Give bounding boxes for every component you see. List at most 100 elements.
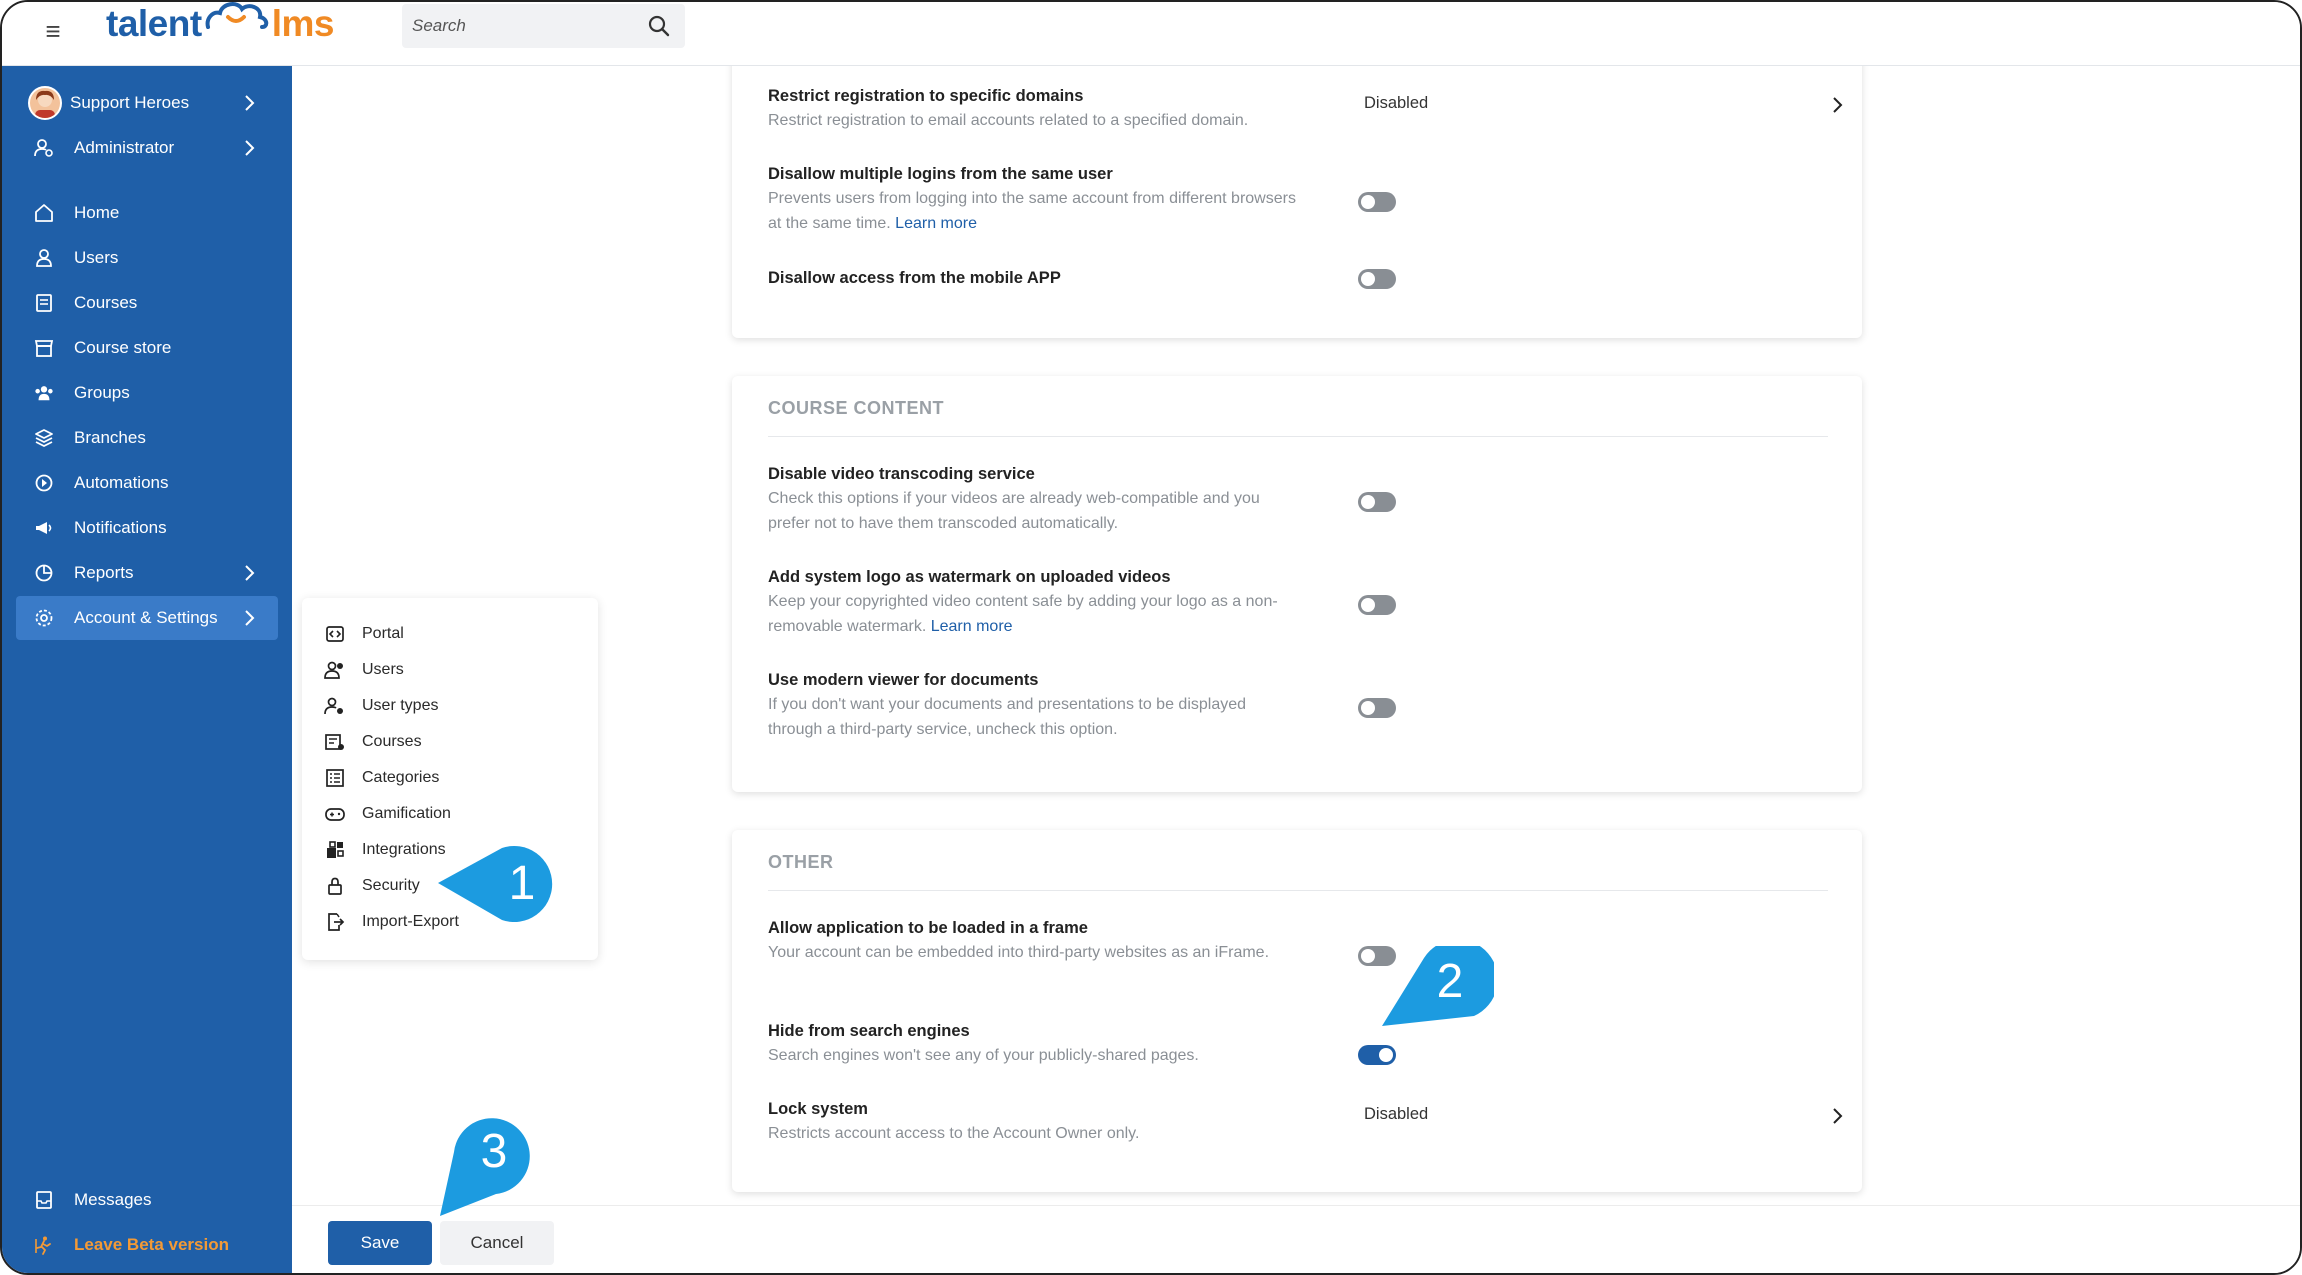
sidebar-item-label: Groups [74, 383, 130, 402]
setting-description: Your account can be embedded into third-… [768, 944, 1270, 961]
setting-description: Restrict registration to email accounts … [768, 112, 1249, 129]
gear-icon [34, 608, 54, 628]
sidebar-item-account-settings[interactable]: Account & Settings [16, 596, 278, 640]
sidebar-item-courses[interactable]: Courses [16, 281, 278, 325]
lock-icon [324, 875, 346, 897]
sidebar-leave-beta[interactable]: Leave Beta version [16, 1223, 278, 1267]
learn-more-link[interactable]: Learn more [895, 215, 977, 232]
courses-icon [324, 731, 346, 753]
groups-icon [34, 383, 54, 403]
learn-more-link[interactable]: Learn more [931, 618, 1013, 635]
section-title: OTHER [768, 852, 834, 872]
top-bar: ≡ talent lms [2, 2, 2300, 66]
submenu-item-integrations[interactable]: Integrations [324, 834, 446, 866]
callout-number: 3 [480, 1125, 508, 1178]
messages-icon [34, 1190, 54, 1210]
action-bar: Save Cancel [292, 1205, 2300, 1273]
app-window: ≡ talent lms Support Heroes [0, 0, 2302, 1275]
submenu-item-portal[interactable]: Portal [324, 618, 404, 650]
sidebar-item-label: Courses [74, 293, 138, 312]
setting-row-lock-system[interactable]: Lock system Restricts account access to … [768, 1097, 1843, 1146]
sidebar-item-label: Branches [74, 428, 146, 447]
submenu-item-gamification[interactable]: Gamification [324, 798, 451, 830]
toggle-switch[interactable] [1358, 192, 1396, 212]
toggle-switch[interactable] [1358, 698, 1396, 718]
chevron-right-icon[interactable] [1828, 94, 1848, 116]
sidebar-item-label: Leave Beta version [74, 1235, 229, 1254]
avatar [28, 86, 62, 120]
sidebar-item-label: Automations [74, 473, 169, 492]
callout-number: 2 [1436, 955, 1464, 1008]
sidebar-item-messages[interactable]: Messages [16, 1178, 278, 1222]
search-icon[interactable] [647, 14, 671, 38]
course-content-card: COURSE CONTENT Disable video transcoding… [732, 376, 1862, 792]
sidebar-item-label: Account & Settings [74, 608, 218, 627]
automation-icon [34, 473, 54, 493]
sidebar-item-branches[interactable]: Branches [16, 416, 278, 460]
sidebar-item-users[interactable]: Users [16, 236, 278, 280]
hamburger-menu-icon[interactable]: ≡ [38, 16, 68, 46]
setting-description: Check this options if your videos are al… [768, 490, 1260, 532]
chevron-right-icon[interactable] [1828, 1105, 1848, 1127]
setting-title: Add system logo as watermark on uploaded… [768, 568, 1171, 586]
cancel-button[interactable]: Cancel [440, 1221, 554, 1265]
sidebar-item-notifications[interactable]: Notifications [16, 506, 278, 550]
leave-beta-icon [34, 1235, 54, 1255]
submenu-item-security[interactable]: Security [324, 870, 420, 902]
store-icon [34, 338, 54, 358]
setting-title: Allow application to be loaded in a fram… [768, 919, 1088, 937]
setting-title: Use modern viewer for documents [768, 671, 1039, 689]
toggle-switch[interactable] [1358, 492, 1396, 512]
search-input[interactable] [412, 4, 632, 48]
sidebar-item-home[interactable]: Home [16, 191, 278, 235]
sidebar-item-label: Messages [74, 1190, 152, 1209]
sidebar-item-course-store[interactable]: Course store [16, 326, 278, 370]
book-icon [34, 293, 54, 313]
sidebar-role-label: Administrator [74, 138, 175, 157]
callout-number: 1 [508, 857, 536, 910]
gamepad-icon [324, 803, 346, 825]
callout-1: 1 [434, 842, 564, 926]
setting-row-logo-watermark: Add system logo as watermark on uploaded… [768, 565, 1828, 639]
setting-row-modern-viewer: Use modern viewer for documents If you d… [768, 668, 1828, 742]
megaphone-icon [34, 518, 54, 538]
chevron-right-icon [245, 610, 255, 626]
setting-description: Keep your copyrighted video content safe… [768, 593, 1278, 635]
setting-title: Hide from search engines [768, 1022, 970, 1040]
user-types-icon [324, 695, 346, 717]
sidebar-role-switcher[interactable]: Administrator [16, 126, 278, 170]
callout-2: 2 [1378, 939, 1498, 1028]
save-button[interactable]: Save [328, 1221, 432, 1265]
setting-row-allow-iframe: Allow application to be loaded in a fram… [768, 916, 1828, 966]
divider [768, 890, 1828, 891]
home-icon [34, 203, 54, 223]
setting-description: If you don't want your documents and pre… [768, 696, 1247, 738]
sidebar-item-reports[interactable]: Reports [16, 551, 278, 595]
divider [768, 436, 1828, 437]
layers-icon [34, 428, 54, 448]
admin-user-icon [34, 138, 54, 158]
search-box [402, 4, 685, 48]
talentlms-logo[interactable]: talent lms [106, 2, 334, 46]
sidebar-account-switcher[interactable]: Support Heroes [16, 81, 278, 125]
pie-chart-icon [34, 563, 54, 583]
toggle-switch[interactable] [1358, 269, 1396, 289]
integrations-icon [324, 839, 346, 861]
sidebar-item-automations[interactable]: Automations [16, 461, 278, 505]
setting-title: Restrict registration to specific domain… [768, 87, 1084, 105]
sidebar-account-label: Support Heroes [70, 93, 190, 112]
sidebar-item-label: Reports [74, 563, 134, 582]
setting-value: Disabled [1364, 1105, 1429, 1123]
submenu-item-categories[interactable]: Categories [324, 762, 439, 794]
setting-row-restrict-domains[interactable]: Restrict registration to specific domain… [768, 84, 1843, 133]
sidebar-item-groups[interactable]: Groups [16, 371, 278, 415]
submenu-item-users[interactable]: Users [324, 654, 404, 686]
toggle-switch-on[interactable] [1358, 1045, 1396, 1065]
submenu-item-user-types[interactable]: User types [324, 690, 438, 722]
user-icon [34, 248, 54, 268]
security-settings-card: Restrict registration to specific domain… [732, 42, 1862, 338]
toggle-switch[interactable] [1358, 595, 1396, 615]
submenu-item-courses[interactable]: Courses [324, 726, 422, 758]
section-title: COURSE CONTENT [768, 398, 945, 418]
sidebar-item-label: Course store [74, 338, 172, 357]
